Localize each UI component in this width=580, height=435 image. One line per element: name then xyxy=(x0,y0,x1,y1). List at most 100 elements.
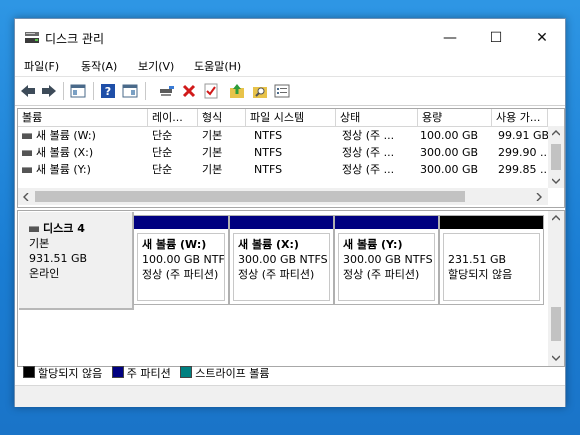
partition-status: 정상 (주 파티션) xyxy=(343,268,420,281)
status-bar xyxy=(15,385,565,407)
title-bar[interactable]: 디스크 관리 — ☐ ✕ xyxy=(15,19,565,56)
volume-name: 새 볼륨 (X:) xyxy=(36,146,94,159)
list-view-button[interactable] xyxy=(273,82,291,100)
menu-help[interactable]: 도움말(H) xyxy=(194,58,241,74)
capacity-cell: 100.00 GB xyxy=(420,129,479,142)
partition-status: 정상 (주 파티션) xyxy=(238,268,315,281)
capacity-cell: 300.00 GB xyxy=(420,163,479,176)
partition-x[interactable]: 새 볼륨 (X:) 300.00 GB NTFS 정상 (주 파티션) xyxy=(229,215,334,305)
column-header-volume[interactable]: 볼륨 xyxy=(18,109,148,126)
disk-status: 온라인 xyxy=(29,267,60,280)
scroll-down-icon[interactable] xyxy=(552,355,560,361)
scroll-right-icon[interactable] xyxy=(536,193,542,201)
scroll-thumb[interactable] xyxy=(551,144,561,170)
partition-body: 231.51 GB 할당되지 않음 xyxy=(443,233,540,301)
partition-body: 새 볼륨 (W:) 100.00 GB NTFS 정상 (주 파티션) xyxy=(137,233,225,301)
folder-search-icon xyxy=(253,87,267,98)
filesystem-cell: NTFS xyxy=(254,129,283,142)
help-button[interactable]: ? xyxy=(99,82,117,100)
scroll-thumb[interactable] xyxy=(551,307,561,341)
layout-cell: 단순 xyxy=(152,163,173,176)
column-header-status[interactable]: 상태 xyxy=(336,109,418,126)
delete-button[interactable] xyxy=(180,82,198,100)
layout-cell: 단순 xyxy=(152,129,173,142)
scroll-up-icon[interactable] xyxy=(552,215,560,221)
minimize-button[interactable]: — xyxy=(427,19,473,56)
legend-label-primary: 주 파티션 xyxy=(126,367,171,380)
column-header-capacity[interactable]: 용량 xyxy=(418,109,492,126)
menu-action[interactable]: 동작(A) xyxy=(81,58,117,74)
connect-button[interactable] xyxy=(158,82,176,100)
search-button[interactable] xyxy=(251,82,269,100)
partition-size: 300.00 GB NTFS xyxy=(343,253,433,266)
partition-color-bar xyxy=(134,216,228,229)
column-header-free-space[interactable]: 사용 가... xyxy=(492,109,548,126)
partition-size: 300.00 GB NTFS xyxy=(238,253,328,266)
minimize-icon: — xyxy=(443,29,457,46)
partition-y[interactable]: 새 볼륨 (Y:) 300.00 GB NTFS 정상 (주 파티션) xyxy=(334,215,439,305)
window-title: 디스크 관리 xyxy=(45,32,105,46)
forward-arrow-icon xyxy=(42,85,56,97)
back-button[interactable] xyxy=(19,82,37,100)
disk-management-icon xyxy=(25,32,39,43)
folder-up-icon xyxy=(230,84,244,98)
free-space-cell: 299.85 ... xyxy=(498,163,548,176)
scroll-up-icon[interactable] xyxy=(552,130,560,136)
table-horizontal-scrollbar[interactable] xyxy=(18,188,548,205)
menu-bar: 파일(F) 동작(A) 보기(V) 도움말(H) xyxy=(15,56,565,75)
table-row[interactable]: 새 볼륨 (Y:) 단순 기본 NTFS 정상 (주 ... 300.00 GB… xyxy=(18,162,548,178)
column-header-layout[interactable]: 레이... xyxy=(148,109,198,126)
properties-view-button[interactable] xyxy=(121,82,139,100)
menu-file[interactable]: 파일(F) xyxy=(24,58,59,74)
delete-x-icon xyxy=(182,84,196,98)
partition-size: 100.00 GB NTFS xyxy=(142,253,225,266)
status-cell: 정상 (주 ... xyxy=(342,163,395,176)
maximize-icon: ☐ xyxy=(489,29,503,46)
close-button[interactable]: ✕ xyxy=(519,19,565,56)
check-button[interactable] xyxy=(202,82,220,100)
table-row[interactable]: 새 볼륨 (X:) 단순 기본 NTFS 정상 (주 ... 300.00 GB… xyxy=(18,145,548,161)
disk-view-vertical-scrollbar[interactable] xyxy=(548,211,564,366)
type-cell: 기본 xyxy=(202,163,223,176)
partition-w[interactable]: 새 볼륨 (W:) 100.00 GB NTFS 정상 (주 파티션) xyxy=(133,215,229,305)
disk-details: 기본 931.51 GB 온라인 xyxy=(29,236,87,281)
partition-status: 할당되지 않음 xyxy=(448,268,513,281)
toolbar-separator xyxy=(93,82,94,100)
scroll-thumb[interactable] xyxy=(35,191,465,202)
menu-view[interactable]: 보기(V) xyxy=(138,58,174,74)
disk-title: 디스크 4 xyxy=(29,220,85,236)
partition-color-bar xyxy=(440,216,543,229)
disk-management-window: 디스크 관리 — ☐ ✕ 파일(F) 동작(A) 보기(V) 도움말(H) ? xyxy=(14,18,566,407)
volume-name: 새 볼륨 (W:) xyxy=(36,129,96,142)
table-vertical-scrollbar[interactable] xyxy=(548,126,564,188)
legend-swatch-striped xyxy=(180,366,193,378)
partition-body: 새 볼륨 (X:) 300.00 GB NTFS 정상 (주 파티션) xyxy=(233,233,330,301)
console-tree-button[interactable] xyxy=(69,82,87,100)
partition-unallocated[interactable]: 231.51 GB 할당되지 않음 xyxy=(439,215,544,305)
disk-info-panel[interactable]: 디스크 4 기본 931.51 GB 온라인 xyxy=(19,212,134,310)
legend: 할당되지 않음 주 파티션 스트라이프 볼륨 xyxy=(17,365,563,383)
partition-size: 231.51 GB xyxy=(448,253,507,266)
connect-icon xyxy=(160,86,174,96)
column-header-filesystem[interactable]: 파일 시스템 xyxy=(246,109,336,126)
table-row[interactable]: 새 볼륨 (W:) 단순 기본 NTFS 정상 (주 ... 100.00 GB… xyxy=(18,128,548,144)
forward-button[interactable] xyxy=(40,82,58,100)
filesystem-cell: NTFS xyxy=(254,146,283,159)
upload-button[interactable] xyxy=(228,82,246,100)
checklist-icon xyxy=(204,83,218,99)
type-cell: 기본 xyxy=(202,146,223,159)
disk-type: 기본 xyxy=(29,237,50,250)
scroll-down-icon[interactable] xyxy=(552,178,560,184)
free-space-cell: 99.91 GB xyxy=(498,129,548,142)
volume-cell: 새 볼륨 (Y:) xyxy=(22,162,148,178)
console-tree-icon xyxy=(70,84,86,98)
column-header-type[interactable]: 형식 xyxy=(198,109,246,126)
maximize-button[interactable]: ☐ xyxy=(473,19,519,56)
scroll-left-icon[interactable] xyxy=(23,193,29,201)
filesystem-cell: NTFS xyxy=(254,163,283,176)
volume-name: 새 볼륨 (Y:) xyxy=(36,163,91,176)
partition-status: 정상 (주 파티션) xyxy=(142,268,219,281)
svg-text:?: ? xyxy=(105,85,111,98)
back-arrow-icon xyxy=(21,85,35,97)
legend-label-unallocated: 할당되지 않음 xyxy=(38,367,103,380)
